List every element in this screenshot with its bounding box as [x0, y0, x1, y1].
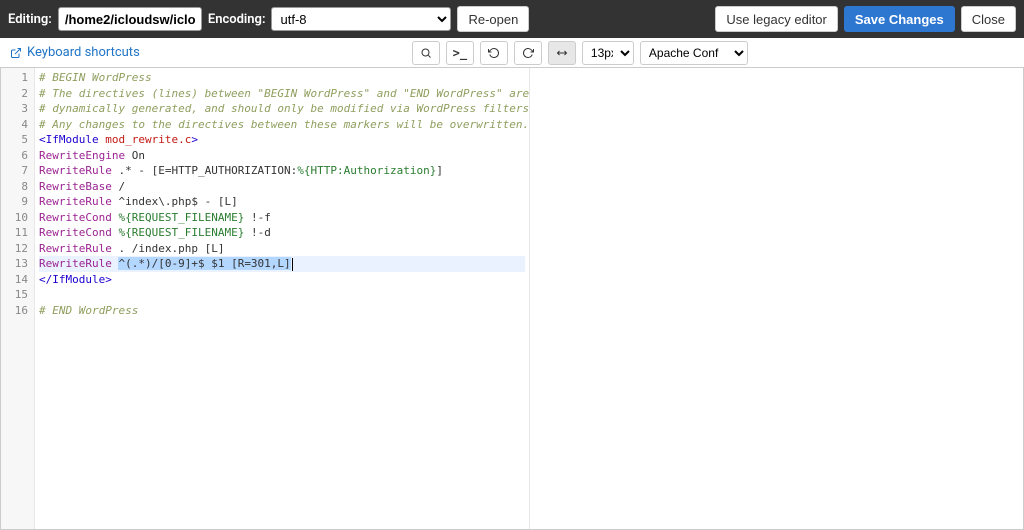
line-number: 13 — [1, 256, 34, 272]
code-line[interactable]: RewriteEngine On — [39, 148, 525, 164]
code-line[interactable]: # Any changes to the directives between … — [39, 117, 525, 133]
undo-button[interactable] — [480, 41, 508, 65]
code-line[interactable]: RewriteBase / — [39, 179, 525, 195]
close-button[interactable]: Close — [961, 6, 1016, 32]
font-size-select[interactable]: 13px — [582, 41, 634, 65]
toolbar: Keyboard shortcuts >_ 13px — [0, 38, 1024, 68]
line-number: 5 — [1, 132, 34, 148]
redo-button[interactable] — [514, 41, 542, 65]
code-line[interactable]: RewriteRule ^index\.php$ - [L] — [39, 194, 525, 210]
line-number: 7 — [1, 163, 34, 179]
redo-icon — [522, 47, 534, 59]
line-number: 14 — [1, 272, 34, 288]
external-link-icon — [10, 47, 22, 59]
code-line[interactable] — [39, 287, 525, 303]
undo-icon — [488, 47, 500, 59]
line-number: 16 — [1, 303, 34, 319]
line-number: 10 — [1, 210, 34, 226]
line-number-gutter: 12345678910111213141516 — [1, 68, 35, 529]
code-line[interactable]: RewriteCond %{REQUEST_FILENAME} !-f — [39, 210, 525, 226]
wrap-toggle-button[interactable] — [548, 41, 576, 65]
reopen-button[interactable]: Re-open — [457, 6, 529, 32]
code-line[interactable]: RewriteRule .* - [E=HTTP_AUTHORIZATION:%… — [39, 163, 525, 179]
search-icon — [420, 47, 432, 59]
code-area-right[interactable] — [530, 68, 1024, 529]
encoding-select[interactable]: utf-8 — [271, 7, 451, 31]
line-number: 6 — [1, 148, 34, 164]
line-number: 12 — [1, 241, 34, 257]
code-line[interactable]: # dynamically generated, and should only… — [39, 101, 525, 117]
line-number: 8 — [1, 179, 34, 195]
search-button[interactable] — [412, 41, 440, 65]
keyboard-shortcuts-link[interactable]: Keyboard shortcuts — [10, 45, 140, 60]
terminal-button[interactable]: >_ — [446, 41, 474, 65]
code-area[interactable]: # BEGIN WordPress# The directives (lines… — [35, 68, 529, 529]
code-line[interactable]: # BEGIN WordPress — [39, 70, 525, 86]
encoding-label: Encoding: — [208, 12, 266, 27]
code-line[interactable]: # END WordPress — [39, 303, 525, 319]
header-bar: Editing: Encoding: utf-8 Re-open Use leg… — [0, 0, 1024, 38]
line-number: 11 — [1, 225, 34, 241]
terminal-icon: >_ — [453, 46, 467, 60]
line-number: 15 — [1, 287, 34, 303]
code-line[interactable]: RewriteRule ^(.*)/[0-9]+$ $1 [R=301,L] — [39, 256, 525, 272]
line-number: 3 — [1, 101, 34, 117]
code-line[interactable]: <IfModule mod_rewrite.c> — [39, 132, 525, 148]
code-line[interactable]: # The directives (lines) between "BEGIN … — [39, 86, 525, 102]
keyboard-shortcuts-label: Keyboard shortcuts — [27, 45, 140, 60]
line-number: 1 — [1, 70, 34, 86]
arrows-horizontal-icon — [555, 47, 569, 59]
language-select[interactable]: Apache Conf — [640, 41, 748, 65]
code-line[interactable]: </IfModule> — [39, 272, 525, 288]
line-number: 2 — [1, 86, 34, 102]
editor: 12345678910111213141516 # BEGIN WordPres… — [0, 68, 1024, 530]
line-number: 4 — [1, 117, 34, 133]
line-number: 9 — [1, 194, 34, 210]
code-line[interactable]: RewriteRule . /index.php [L] — [39, 241, 525, 257]
save-changes-button[interactable]: Save Changes — [844, 6, 955, 32]
editing-label: Editing: — [8, 12, 52, 27]
code-line[interactable]: RewriteCond %{REQUEST_FILENAME} !-d — [39, 225, 525, 241]
file-path-input[interactable] — [58, 7, 202, 31]
use-legacy-editor-button[interactable]: Use legacy editor — [715, 6, 837, 32]
